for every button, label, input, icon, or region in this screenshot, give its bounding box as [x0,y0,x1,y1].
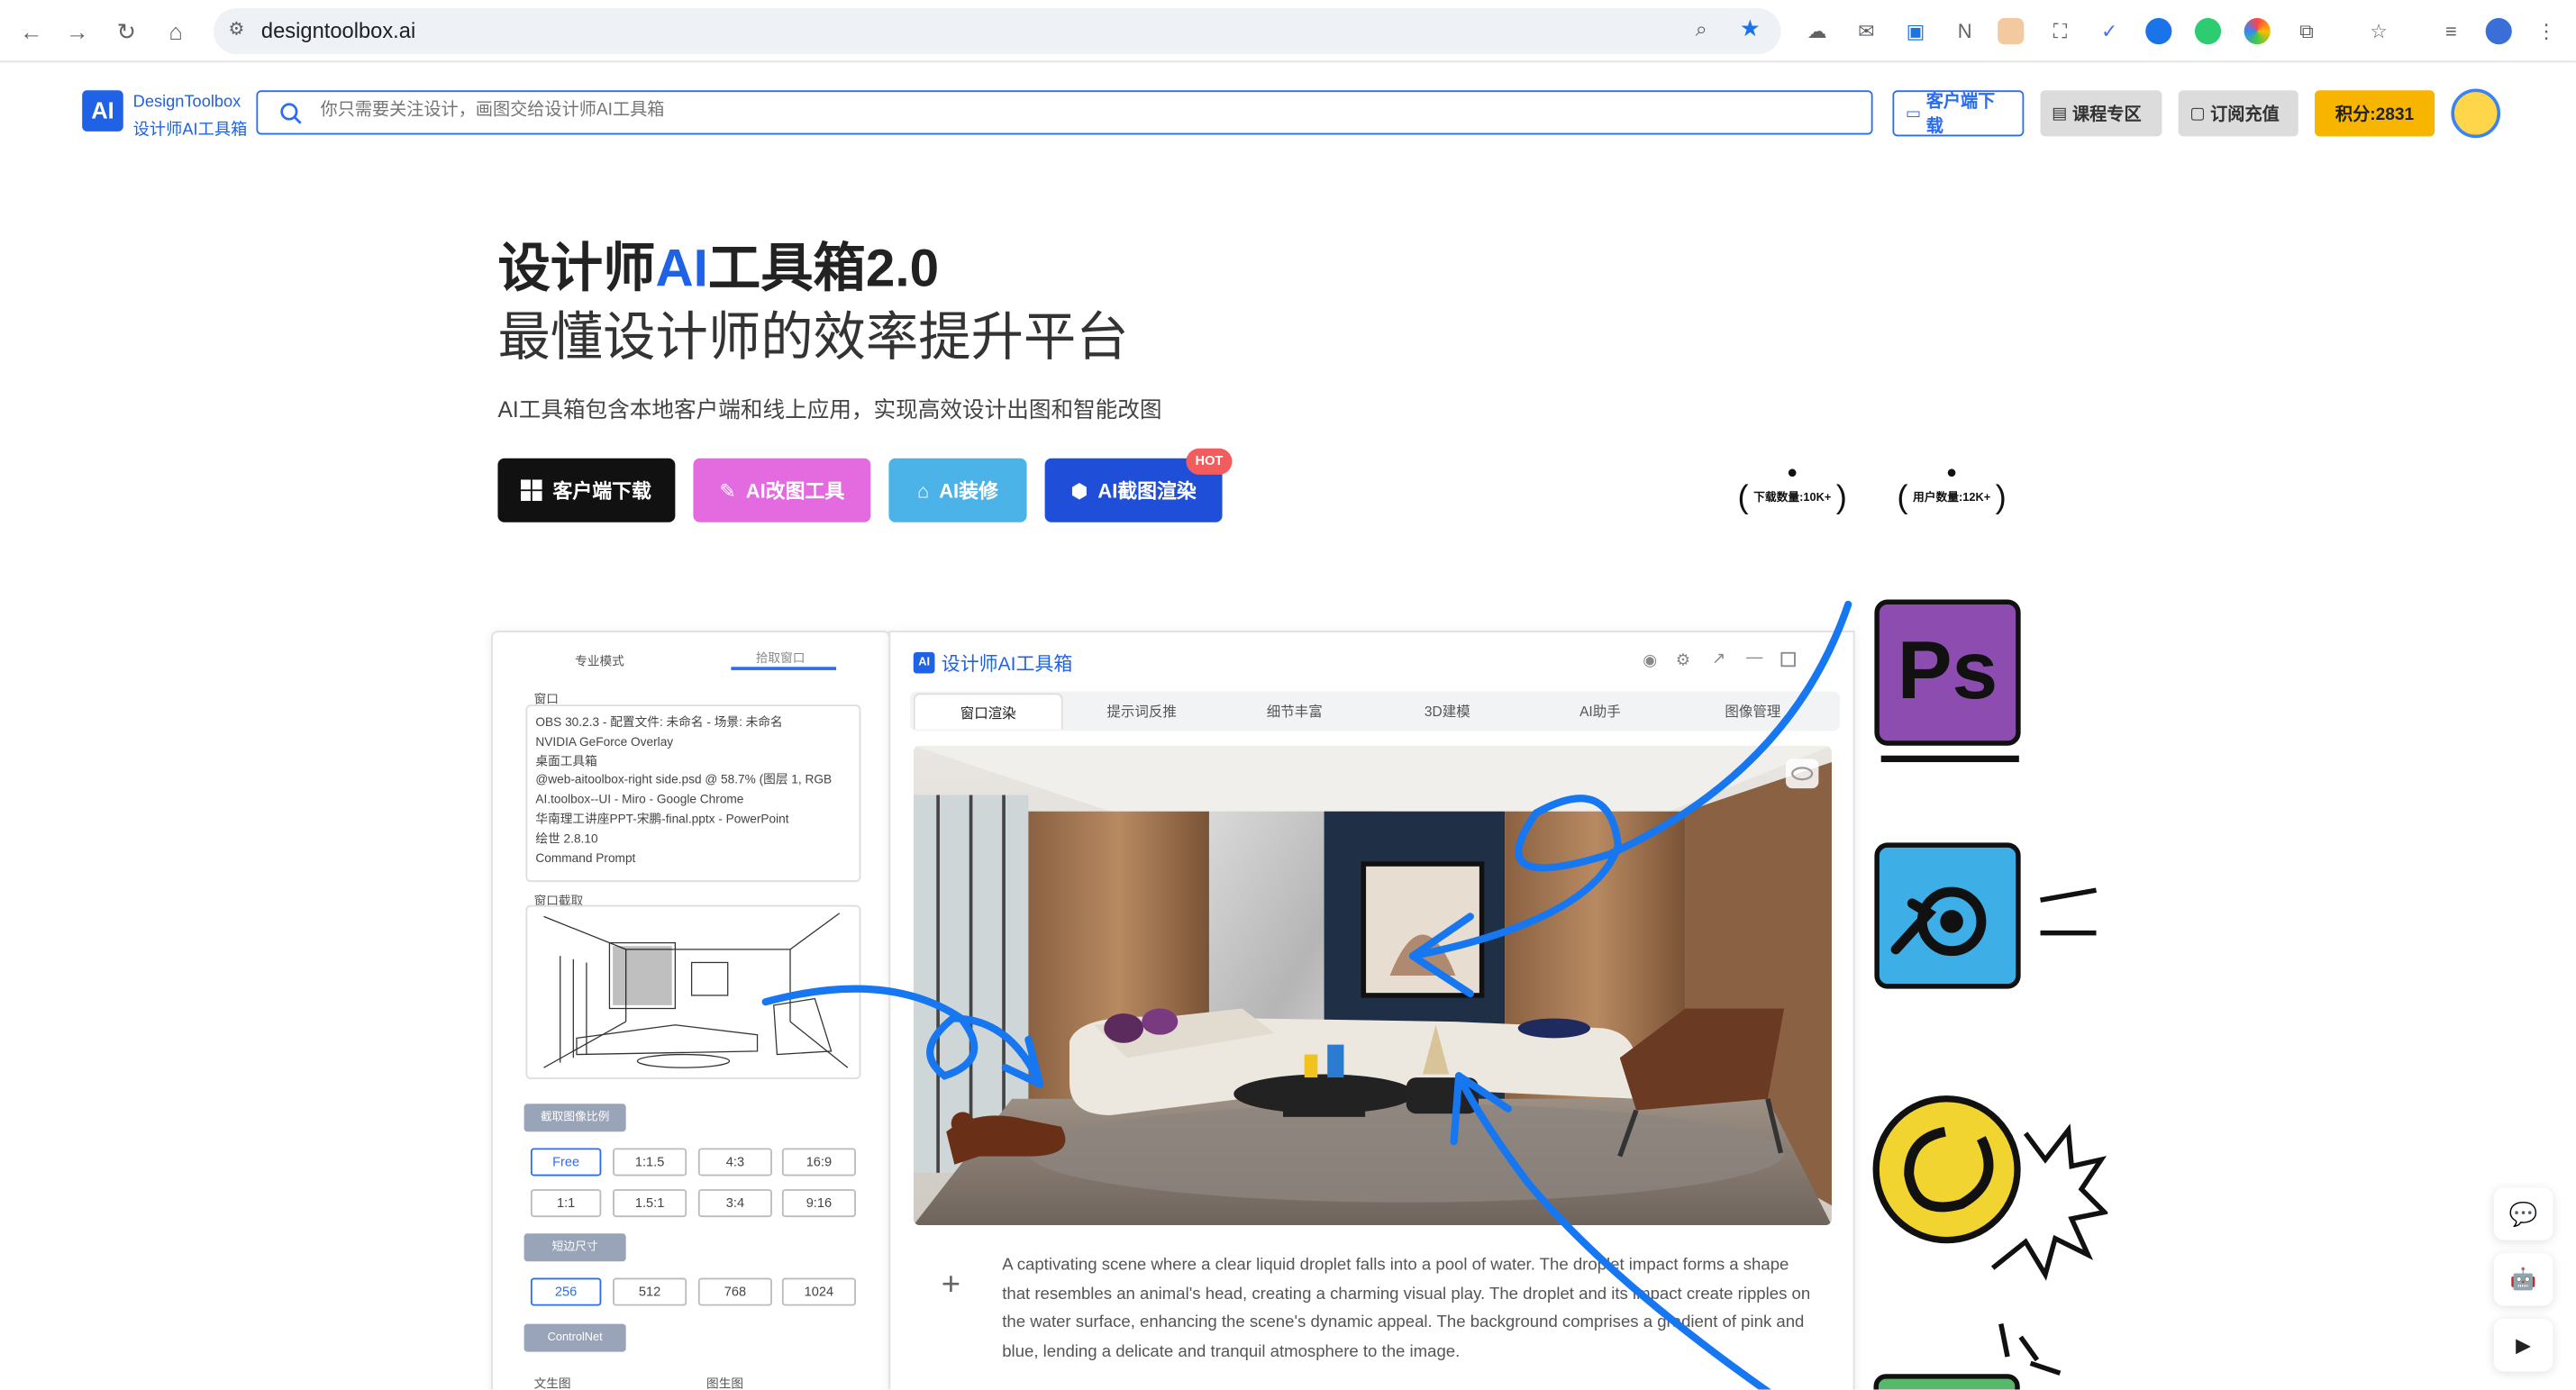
wechat-float-button[interactable]: 💬 [2493,1187,2553,1240]
cinema4d-burst-lines [1990,1123,2108,1281]
page-root: ← → ↻ ⌂ ⚙ designtoolbox.ai ⌕ ★ ☁ ✉ ▣ N ⛶… [0,0,2576,1390]
play-icon: ▶ [2516,1333,2531,1358]
wechat-icon: 💬 [2508,1199,2538,1227]
photoshop-icon: Ps [1874,599,2021,746]
blender-logo-graphic [1890,886,1987,957]
robot-icon: 🤖 [2509,1266,2537,1292]
bot-float-button[interactable]: 🤖 [2493,1253,2553,1306]
photoshop-underline [1880,755,2019,763]
photoshop-label: Ps [1897,623,1998,716]
video-float-button[interactable]: ▶ [2493,1319,2553,1372]
decorative-arrows [761,600,1852,1390]
blender-icon [1874,842,2021,989]
blender-motion-lines [2040,887,2098,936]
next-app-icon-partial [1873,1323,2062,1390]
